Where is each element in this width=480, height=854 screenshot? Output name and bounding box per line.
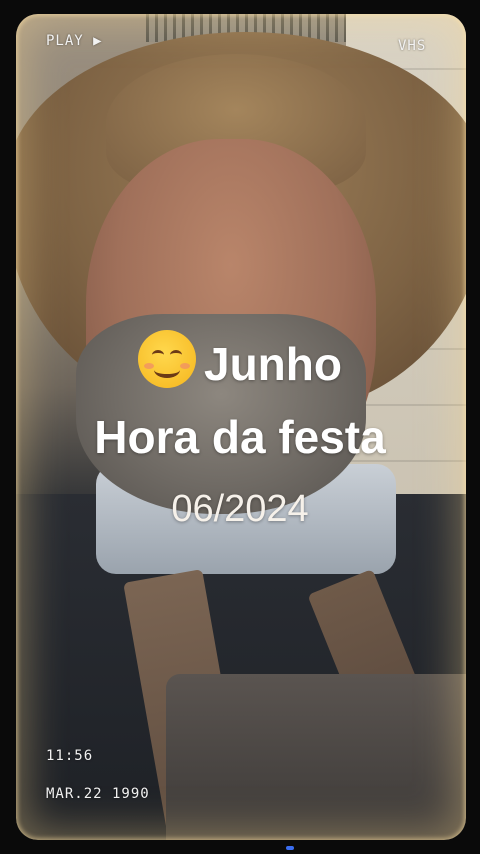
play-indicator: PLAY ▶ bbox=[46, 33, 103, 49]
leather-apron bbox=[166, 674, 466, 840]
caption-date: 06/2024 bbox=[171, 488, 309, 530]
caption-line-1: Junho bbox=[0, 330, 480, 391]
recording-date: MAR.22 1990 bbox=[46, 786, 150, 802]
caption-month: Junho bbox=[204, 338, 342, 390]
smiling-face-icon bbox=[138, 330, 196, 388]
home-indicator bbox=[286, 846, 294, 850]
vhs-label: VHS bbox=[398, 38, 427, 54]
recording-time: 11:56 bbox=[46, 748, 94, 764]
caption-line-2: Hora da festa bbox=[94, 411, 386, 463]
